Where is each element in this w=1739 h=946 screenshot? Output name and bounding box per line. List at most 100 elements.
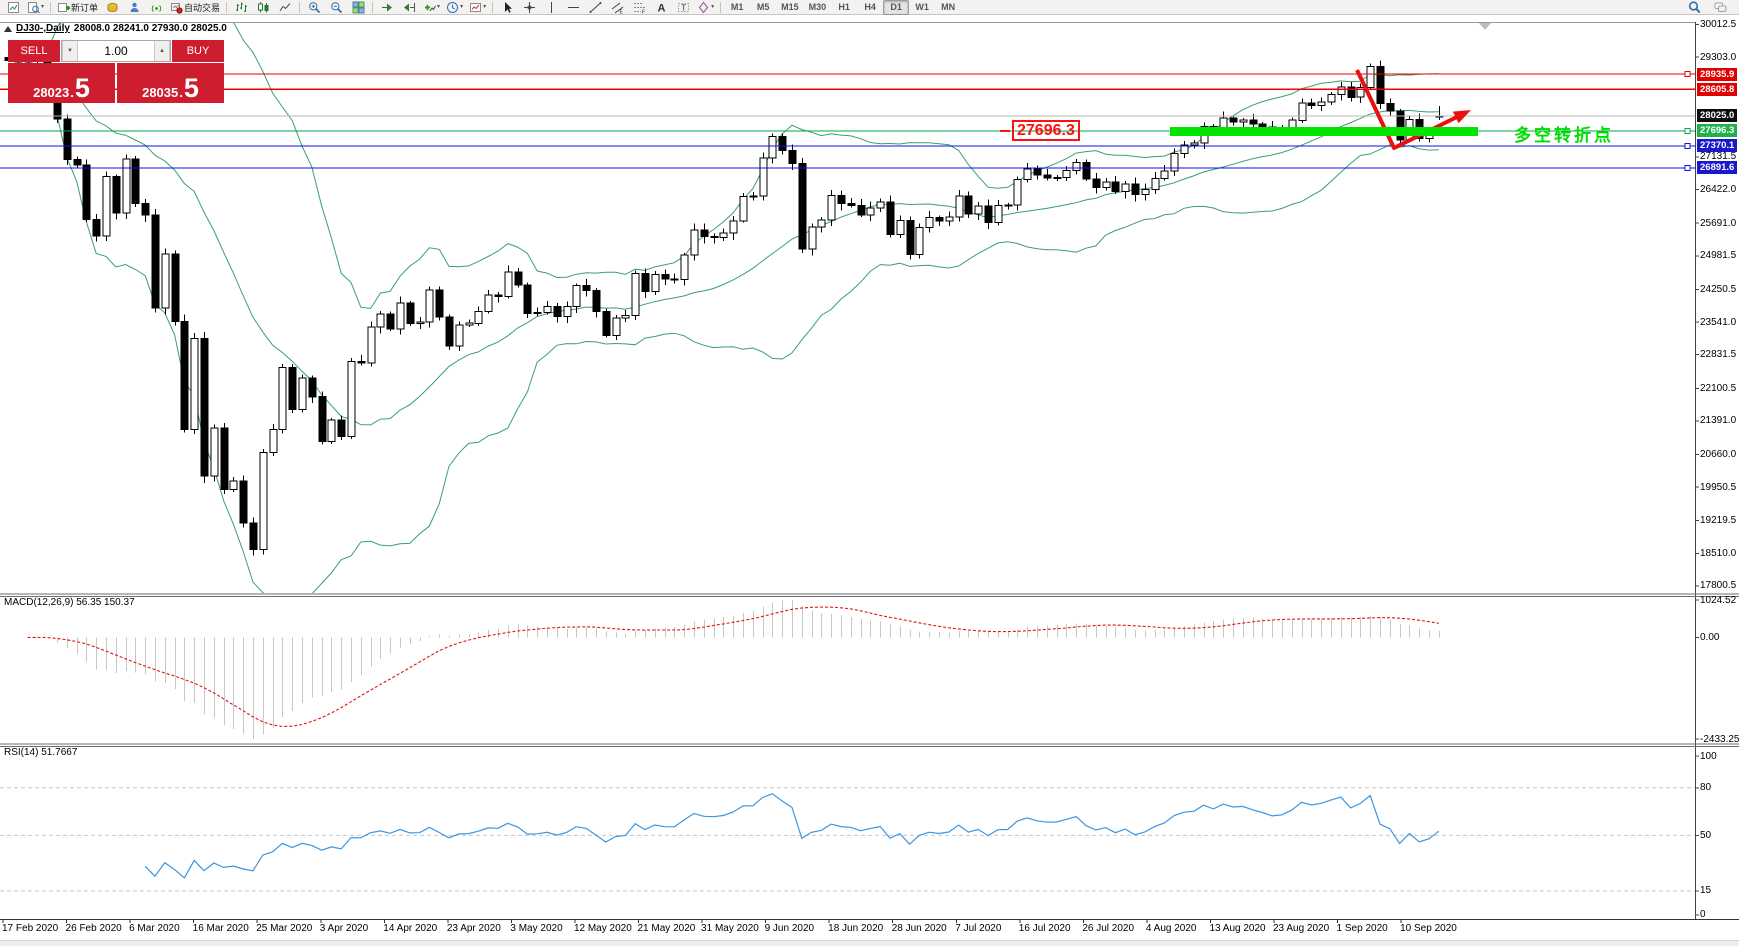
zoom-out-button[interactable] bbox=[325, 0, 347, 15]
candle bbox=[955, 195, 964, 218]
trendline-button[interactable] bbox=[584, 0, 606, 15]
price-axis-label: 23541.0 bbox=[1700, 316, 1737, 328]
price-tag-28605.8: 28605.8 bbox=[1697, 82, 1738, 96]
candle bbox=[857, 204, 866, 216]
candle bbox=[1327, 93, 1336, 103]
volume-decrease-button[interactable]: ▼ bbox=[62, 41, 78, 61]
candle bbox=[200, 337, 209, 477]
chart-bars-button[interactable] bbox=[230, 0, 252, 15]
line-handle[interactable] bbox=[1684, 71, 1691, 77]
crosshair-button[interactable] bbox=[518, 0, 540, 15]
toolbar-separator bbox=[226, 1, 228, 13]
horizontal-levels[interactable] bbox=[0, 71, 1695, 171]
fibonacci-button[interactable]: F bbox=[628, 0, 650, 15]
support-zone-bar[interactable] bbox=[1170, 127, 1478, 136]
line-handle[interactable] bbox=[1684, 128, 1691, 134]
macd-axis-label: 1024.52 bbox=[1700, 594, 1737, 606]
toolbar-separator bbox=[720, 1, 722, 13]
macd-pane-label: MACD(12,26,9) 56.35 150.37 bbox=[4, 597, 135, 608]
candle bbox=[229, 480, 238, 490]
shapes-icon bbox=[698, 1, 709, 13]
timeframe-button-M30[interactable]: M30 bbox=[804, 0, 832, 15]
zoom-in-button[interactable] bbox=[303, 0, 325, 15]
rsi-axis-label: 80 bbox=[1700, 782, 1712, 794]
candle bbox=[1004, 204, 1013, 207]
sell-button[interactable]: SELL bbox=[8, 40, 60, 62]
label-button[interactable]: T bbox=[672, 0, 694, 15]
candle bbox=[278, 367, 287, 431]
candle bbox=[886, 201, 895, 235]
trading-terminal: ▾ 新订单 自动交易 ▾ ▾ ▾ E F A T ▾ M1 M5 M15 M30 H1 H4 D1 W1 MN DJ3… bbox=[0, 0, 1739, 946]
chart-shift-marker[interactable] bbox=[1479, 23, 1491, 30]
chart-candles-button[interactable] bbox=[252, 0, 274, 15]
autotrading-button[interactable]: 自动交易 bbox=[167, 0, 223, 15]
timeframe-button-M1[interactable]: M1 bbox=[724, 0, 750, 15]
navigator-button[interactable] bbox=[145, 0, 167, 15]
shapes-button[interactable]: ▾ bbox=[694, 0, 717, 15]
candle bbox=[866, 207, 875, 216]
candle bbox=[494, 294, 503, 297]
price-callout-label[interactable]: 27696.3 bbox=[1012, 120, 1080, 141]
timeframe-button-M5[interactable]: M5 bbox=[750, 0, 776, 15]
candle bbox=[1151, 178, 1160, 190]
rsi-name: RSI(14) bbox=[4, 747, 39, 758]
channel-button[interactable]: E bbox=[606, 0, 628, 15]
auto-scroll-button[interactable] bbox=[376, 0, 398, 15]
date-axis-label: 23 Apr 2020 bbox=[446, 923, 501, 934]
cursor-button[interactable] bbox=[496, 0, 518, 15]
candle bbox=[445, 316, 454, 347]
horizontal-line-button[interactable] bbox=[562, 0, 584, 15]
bollinger-upper-line bbox=[27, 23, 1439, 310]
candle bbox=[935, 217, 944, 222]
macd-axis-label: -2433.25 bbox=[1700, 733, 1739, 745]
candle bbox=[837, 195, 846, 204]
volume-increase-button[interactable]: ▲ bbox=[154, 41, 170, 61]
sell-price-box[interactable]: 28023. 5 bbox=[8, 63, 115, 103]
candle bbox=[1082, 162, 1091, 180]
turning-point-note[interactable]: 多空转折点 bbox=[1514, 121, 1614, 146]
chevron-down-icon: ▾ bbox=[437, 4, 441, 10]
data-window-button[interactable] bbox=[123, 0, 145, 15]
volume-input[interactable]: 1.00 bbox=[78, 41, 154, 61]
cursor-icon bbox=[504, 1, 512, 13]
candle bbox=[131, 158, 140, 204]
date-axis-label: 25 Mar 2020 bbox=[256, 923, 313, 934]
timeframe-button-D1[interactable]: D1 bbox=[883, 0, 910, 15]
candle bbox=[435, 289, 444, 318]
candle bbox=[474, 310, 483, 324]
one-click-toggle-icon[interactable] bbox=[4, 25, 12, 32]
candle bbox=[1337, 86, 1346, 95]
search-button[interactable] bbox=[1683, 0, 1705, 15]
templates-button[interactable]: ▾ bbox=[466, 0, 489, 15]
new-order-button[interactable]: 新订单 bbox=[54, 0, 101, 15]
candle bbox=[102, 176, 111, 237]
buy-button[interactable]: BUY bbox=[172, 40, 224, 62]
timeframe-button-H1[interactable]: H1 bbox=[831, 0, 857, 15]
indicators-button[interactable]: ▾ bbox=[420, 0, 443, 15]
date-axis-label: 14 Apr 2020 bbox=[383, 923, 438, 934]
zoom-in-icon bbox=[308, 1, 320, 13]
timeframe-button-MN[interactable]: MN bbox=[935, 0, 961, 15]
timeframe-button-M15[interactable]: M15 bbox=[776, 0, 804, 15]
main-chart-canvas[interactable] bbox=[0, 0, 1739, 946]
vertical-line-button[interactable] bbox=[540, 0, 562, 15]
chart-shift-button[interactable] bbox=[398, 0, 420, 15]
candle bbox=[641, 273, 650, 292]
periods-button[interactable]: ▾ bbox=[443, 0, 466, 15]
tile-windows-button[interactable] bbox=[347, 0, 369, 15]
date-axis-label: 12 May 2020 bbox=[573, 923, 632, 934]
line-handle[interactable] bbox=[1684, 143, 1691, 149]
market-watch-button[interactable] bbox=[101, 0, 123, 15]
line-handle[interactable] bbox=[1684, 165, 1691, 171]
text-button[interactable]: A bbox=[650, 0, 672, 15]
timeframe-button-H4[interactable]: H4 bbox=[857, 0, 883, 15]
buy-price-box[interactable]: 28035. 5 bbox=[117, 63, 224, 103]
profiles-button[interactable]: ▾ bbox=[24, 0, 47, 15]
candle bbox=[416, 321, 425, 325]
trend-arrow-annotation[interactable] bbox=[1355, 69, 1474, 150]
timeframe-button-W1[interactable]: W1 bbox=[909, 0, 935, 15]
chart-line-button[interactable] bbox=[274, 0, 296, 15]
candle bbox=[1229, 117, 1238, 123]
chat-button[interactable] bbox=[1709, 0, 1731, 15]
new-chart-button[interactable] bbox=[2, 0, 24, 15]
